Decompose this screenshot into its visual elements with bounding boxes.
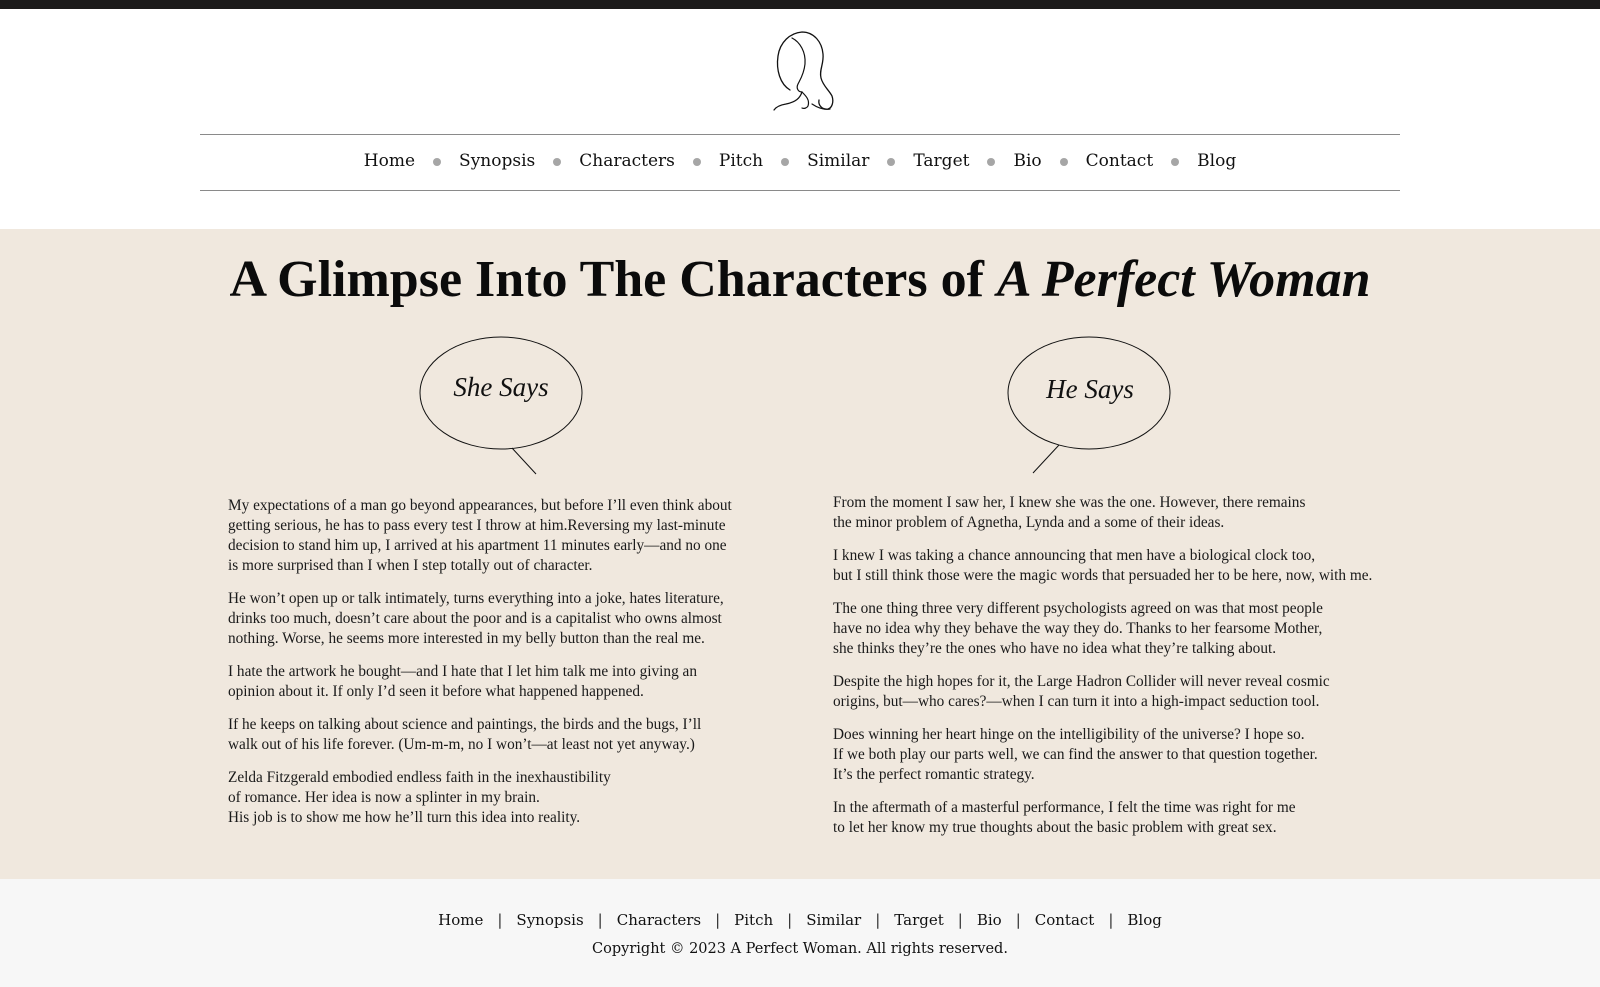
footer-nav-synopsis[interactable]: Synopsis (516, 911, 583, 929)
nav-bio[interactable]: Bio (1013, 151, 1041, 171)
nav-synopsis[interactable]: Synopsis (459, 151, 535, 171)
footer-nav-target[interactable]: Target (894, 911, 943, 929)
he-paragraph: In the aftermath of a masterful performa… (833, 799, 1296, 836)
she-speech-bubble-icon (419, 336, 583, 475)
footer-separator: | (1015, 911, 1021, 929)
nav-target[interactable]: Target (913, 151, 969, 171)
footer-nav-similar[interactable]: Similar (806, 911, 861, 929)
footer-separator: | (715, 911, 721, 929)
footer-separator: | (957, 911, 963, 929)
he-says-heading: He Says (1046, 374, 1134, 404)
footer-nav-pitch[interactable]: Pitch (734, 911, 773, 929)
nav-separator-dot (887, 158, 896, 166)
nav-separator-dot (987, 158, 996, 166)
nav-separator-dot (781, 158, 790, 166)
she-paragraph: My expectations of a man go beyond appea… (228, 497, 732, 574)
he-paragraph: Does winning her heart hinge on the inte… (833, 726, 1318, 783)
nav-contact[interactable]: Contact (1086, 151, 1154, 171)
nav-home[interactable]: Home (364, 151, 415, 171)
top-bar (0, 0, 1600, 9)
footer-separator: | (597, 911, 603, 929)
nav-bottom-divider (200, 190, 1400, 191)
footer-separator: | (497, 911, 503, 929)
she-paragraph: I hate the artwork he bought—and I hate … (228, 663, 697, 700)
nav-similar[interactable]: Similar (807, 151, 869, 171)
he-speech-bubble-icon (1007, 336, 1171, 474)
nav-separator-dot (1059, 158, 1068, 166)
he-paragraph: I knew I was taking a chance announcing … (833, 547, 1373, 584)
footer-nav-blog[interactable]: Blog (1127, 911, 1161, 929)
footer-nav-contact[interactable]: Contact (1035, 911, 1095, 929)
nav-characters[interactable]: Characters (579, 151, 675, 171)
footer-separator: | (787, 911, 793, 929)
she-paragraph: If he keeps on talking about science and… (228, 716, 702, 753)
nav-separator-dot (553, 158, 562, 166)
main-nav: Home Synopsis Characters Pitch Similar T… (200, 134, 1400, 188)
footer: Home | Synopsis | Characters | Pitch | S… (0, 879, 1600, 987)
she-says-text: My expectations of a man go beyond appea… (228, 496, 788, 841)
he-says-text: From the moment I saw her, I knew she wa… (833, 493, 1413, 851)
nav-blog[interactable]: Blog (1197, 151, 1236, 171)
footer-nav-bio[interactable]: Bio (977, 911, 1002, 929)
nav-pitch[interactable]: Pitch (719, 151, 763, 171)
footer-separator: | (1108, 911, 1114, 929)
he-paragraph: Despite the high hopes for it, the Large… (833, 673, 1330, 710)
footer-separator: | (875, 911, 881, 929)
footer-nav: Home | Synopsis | Characters | Pitch | S… (0, 911, 1600, 929)
nav-separator-dot (433, 158, 442, 166)
copyright-text: Copyright © 2023 A Perfect Woman. All ri… (592, 941, 1008, 957)
woman-silhouette-logo[interactable] (772, 30, 838, 112)
footer-nav-characters[interactable]: Characters (617, 911, 701, 929)
page-title-book-name: A Perfect Woman (996, 251, 1371, 308)
he-paragraph: The one thing three very different psych… (833, 600, 1323, 657)
page-title: A Glimpse Into The Characters of A Perfe… (0, 250, 1600, 310)
she-says-heading: She Says (453, 372, 549, 402)
nav-separator-dot (1171, 158, 1180, 166)
footer-nav-home[interactable]: Home (438, 911, 483, 929)
characters-section: A Glimpse Into The Characters of A Perfe… (0, 229, 1600, 879)
he-paragraph: From the moment I saw her, I knew she wa… (833, 494, 1306, 531)
page-title-prefix: A Glimpse Into The Characters of (229, 251, 984, 308)
nav-separator-dot (692, 158, 701, 166)
she-paragraph: Zelda Fitzgerald embodied endless faith … (228, 769, 611, 826)
she-paragraph: He won’t open up or talk intimately, tur… (228, 590, 724, 647)
